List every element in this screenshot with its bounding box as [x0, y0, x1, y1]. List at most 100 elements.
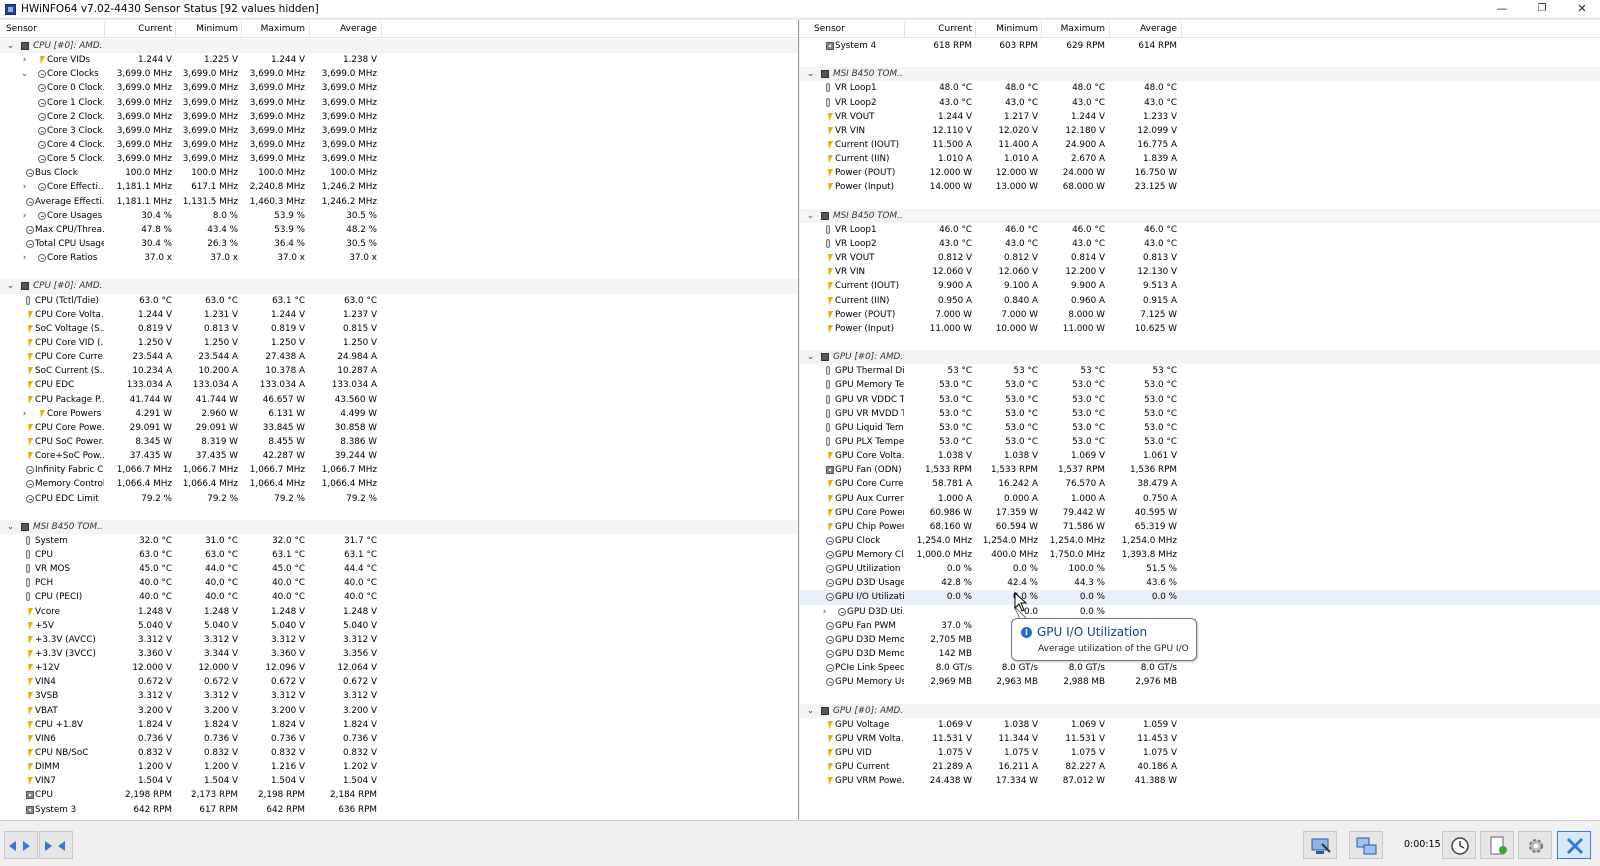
collapse-chevron-icon[interactable]: ⌄: [6, 520, 15, 534]
sensor-row-vr-vout[interactable]: VR VOUT 1.244 V 1.217 V 1.244 V 1.233 V: [800, 110, 1600, 124]
sensor-row-3-3v-avcc[interactable]: +3.3V (AVCC) 3.312 V 3.312 V 3.312 V 3.312 V: [0, 633, 798, 647]
sensor-row-core-3-clock[interactable]: Core 3 Clock... 3,699.0 MHz 3,699.0 MHz 3,6…: [0, 124, 798, 138]
sensor-row-core-powers[interactable]: › Core Powers 4.291 W 2.960 W 6.131 W 4.499 W: [0, 407, 798, 421]
sensor-row-gpu-vr-vddc-t[interactable]: GPU VR VDDC T... 53.0 °C 53.0 °C 53.0 °C 53.…: [800, 393, 1600, 407]
sensor-row-soc-voltage-s[interactable]: SoC Voltage (S... 0.819 V 0.813 V 0.819 V 0.…: [0, 322, 798, 336]
sensor-row-gpu-d3d-memo[interactable]: GPU D3D Memo... 142 MB: [800, 647, 1600, 661]
close-sensor-icon[interactable]: [1557, 831, 1591, 859]
sensor-row-average-effecti[interactable]: Average Effecti... 1,181.1 MHz 1,131.5 MHz…: [0, 195, 798, 209]
sensor-row-system-4[interactable]: System 4 618 RPM 603 RPM 629 RPM 614 RPM: [800, 39, 1600, 53]
col-average[interactable]: Average: [1109, 24, 1177, 34]
sensor-row-current-iout[interactable]: Current (IOUT) 9.900 A 9.100 A 9.900 A 9.513…: [800, 279, 1600, 293]
sensor-row-cpu-nb-soc[interactable]: CPU NB/SoC 0.832 V 0.832 V 0.832 V 0.832 V: [0, 746, 798, 760]
sensor-row-system-3[interactable]: System 3 642 RPM 617 RPM 642 RPM 636 RPM: [0, 803, 798, 817]
sensor-row-bus-clock[interactable]: Bus Clock 100.0 MHz 100.0 MHz 100.0 MHz 100.…: [0, 166, 798, 180]
expand-chevron-icon[interactable]: ›: [20, 180, 29, 194]
sensor-row-gpu-memory-te[interactable]: GPU Memory Te... 53.0 °C 53.0 °C 53.0 °C 53.…: [800, 378, 1600, 392]
sensor-row-gpu-d3d-usage[interactable]: GPU D3D Usage 42.8 % 42.4 % 44.3 % 43.6 %: [800, 576, 1600, 590]
expand-chevron-icon[interactable]: ›: [20, 251, 29, 265]
sensor-row-core-vids[interactable]: › Core VIDs 1.244 V 1.225 V 1.244 V 1.238 V: [0, 53, 798, 67]
sensor-group-header[interactable]: ⌄ MSI B450 TOM...: [0, 519, 798, 534]
sensor-row-cpu-core-volta[interactable]: CPU Core Volta... 1.244 V 1.231 V 1.244 V 1.…: [0, 308, 798, 322]
sensor-pane-left[interactable]: Sensor Current Minimum Maximum Average ⌄…: [0, 20, 799, 820]
sensor-row-gpu-vr-mvdd-t[interactable]: GPU VR MVDD T... 53.0 °C 53.0 °C 53.0 °C 53.…: [800, 407, 1600, 421]
sensor-row-cpu-edc-limit[interactable]: CPU EDC Limit 79.2 % 79.2 % 79.2 % 79.2 %: [0, 492, 798, 506]
sensor-pane-right[interactable]: Sensor Current Minimum Maximum Average S…: [800, 20, 1600, 820]
collapse-chevron-icon[interactable]: ⌄: [20, 67, 29, 81]
clock-icon[interactable]: [1442, 831, 1476, 859]
sensor-row-core-0-clock[interactable]: Core 0 Clock... 3,699.0 MHz 3,699.0 MHz 3,6…: [0, 81, 798, 95]
sensor-row-gpu-vrm-volta[interactable]: GPU VRM Volta... 11.531 V 11.344 V 11.531 V…: [800, 732, 1600, 746]
sensor-row-12v[interactable]: +12V 12.000 V 12.000 V 12.096 V 12.064 V: [0, 661, 798, 675]
collapse-chevron-icon[interactable]: ⌄: [6, 279, 15, 293]
sensor-row-vin7[interactable]: VIN7 1.504 V 1.504 V 1.504 V 1.504 V: [0, 774, 798, 788]
sensor-row-infinity-fabric-c[interactable]: Infinity Fabric C... 1,066.7 MHz 1,066.7 M…: [0, 463, 798, 477]
sensor-row-cpu-core-powe[interactable]: CPU Core Powe... 29.091 W 29.091 W 33.845 W…: [0, 421, 798, 435]
sensor-row-gpu-liquid-tem[interactable]: GPU Liquid Tem... 53.0 °C 53.0 °C 53.0 °C 53…: [800, 421, 1600, 435]
sensor-row-max-cpu-threa[interactable]: Max CPU/Threa... 47.8 % 43.4 % 53.9 % 48.2 %: [0, 223, 798, 237]
sensor-row-system[interactable]: System 32.0 °C 31.0 °C 32.0 °C 31.7 °C: [0, 534, 798, 548]
sensor-row-gpu-fan-odn[interactable]: GPU Fan (ODN) 1,533 RPM 1,533 RPM 1,537 RPM…: [800, 463, 1600, 477]
sensor-row-gpu-thermal-di[interactable]: GPU Thermal Di... 53 °C 53 °C 53 °C 53 °C: [800, 364, 1600, 378]
col-current[interactable]: Current: [904, 24, 972, 34]
sensor-row-core-2-clock[interactable]: Core 2 Clock... 3,699.0 MHz 3,699.0 MHz 3,6…: [0, 110, 798, 124]
sensor-row-vr-loop2[interactable]: VR Loop2 43.0 °C 43.0 °C 43.0 °C 43.0 °C: [800, 96, 1600, 110]
expand-chevron-icon[interactable]: ›: [20, 209, 29, 223]
sensor-row-gpu-d3d-memo[interactable]: GPU D3D Memo...2,705 MB2,: [800, 633, 1600, 647]
collapse-chevron-icon[interactable]: ⌄: [806, 67, 815, 81]
col-maximum[interactable]: Maximum: [1041, 24, 1105, 34]
collapse-chevron-icon[interactable]: ⌄: [806, 350, 815, 364]
sensor-row-power-input[interactable]: Power (Input) 11.000 W 10.000 W 11.000 W 10.…: [800, 322, 1600, 336]
sensor-row-core-4-clock[interactable]: Core 4 Clock... 3,699.0 MHz 3,699.0 MHz 3,6…: [0, 138, 798, 152]
sensor-group-header[interactable]: ⌄ CPU [#0]: AMD...: [0, 279, 798, 294]
sensor-group-header[interactable]: ⌄ GPU [#0]: AMD...: [800, 703, 1600, 718]
sensor-row-power-pout[interactable]: Power (POUT) 12.000 W 12.000 W 24.000 W 16.7…: [800, 166, 1600, 180]
sensor-row-total-cpu-usage[interactable]: Total CPU Usage 30.4 % 26.3 % 36.4 % 30.5 %: [0, 237, 798, 251]
col-minimum[interactable]: Minimum: [175, 24, 238, 34]
sensor-row-cpu-edc[interactable]: CPU EDC 133.034 A 133.034 A 133.034 A 133.03…: [0, 378, 798, 392]
sensor-row-gpu-utilization[interactable]: GPU Utilization 0.0 % 0.0 % 100.0 % 51.5 %: [800, 562, 1600, 576]
sensor-row-vr-vin[interactable]: VR VIN 12.060 V 12.060 V 12.200 V 12.130 V: [800, 265, 1600, 279]
sensor-row-gpu-aux-current[interactable]: GPU Aux Current 1.000 A 0.000 A 1.000 A 0.75…: [800, 492, 1600, 506]
sensor-row-cpu-peci[interactable]: CPU (PECI) 40.0 °C 40.0 °C 40.0 °C 40.0 °C: [0, 590, 798, 604]
sensor-row-3vsb[interactable]: 3VSB 3.312 V 3.312 V 3.312 V 3.312 V: [0, 689, 798, 703]
sensor-row-cpu-tctl-tdie[interactable]: CPU (Tctl/Tdie) 63.0 °C 63.0 °C 63.1 °C 63.0…: [0, 294, 798, 308]
sensor-row-core-5-clock[interactable]: Core 5 Clock... 3,699.0 MHz 3,699.0 MHz 3,6…: [0, 152, 798, 166]
sensor-row-vr-loop1[interactable]: VR Loop1 46.0 °C 46.0 °C 46.0 °C 46.0 °C: [800, 223, 1600, 237]
sensor-group-header[interactable]: ⌄ MSI B450 TOM...: [800, 208, 1600, 223]
sensor-row-gpu-core-curre[interactable]: GPU Core Curre... 58.781 A 16.242 A 76.570 …: [800, 477, 1600, 491]
collapse-chevron-icon[interactable]: ⌄: [806, 209, 815, 223]
add-report-icon[interactable]: [1480, 831, 1514, 859]
sensor-row-vr-vin[interactable]: VR VIN 12.110 V 12.020 V 12.180 V 12.099 V: [800, 124, 1600, 138]
sensor-row-gpu-voltage[interactable]: GPU Voltage 1.069 V 1.038 V 1.069 V 1.059 V: [800, 718, 1600, 732]
sensor-row-pch[interactable]: PCH 40.0 °C 40.0 °C 40.0 °C 40.0 °C: [0, 576, 798, 590]
sensor-row-dimm[interactable]: DIMM 1.200 V 1.200 V 1.216 V 1.202 V: [0, 760, 798, 774]
sensor-row-vr-loop1[interactable]: VR Loop1 48.0 °C 48.0 °C 48.0 °C 48.0 °C: [800, 81, 1600, 95]
col-minimum[interactable]: Minimum: [975, 24, 1038, 34]
sensor-row-cpu-package-p[interactable]: CPU Package P... 41.744 W 41.744 W 46.657 W…: [0, 393, 798, 407]
col-sensor[interactable]: Sensor: [6, 24, 37, 34]
sensor-row-core-ratios[interactable]: › Core Ratios 37.0 x 37.0 x 37.0 x 37.0 x: [0, 251, 798, 265]
col-sensor[interactable]: Sensor: [814, 24, 845, 34]
col-average[interactable]: Average: [309, 24, 377, 34]
expand-chevron-icon[interactable]: ›: [20, 407, 29, 421]
sensor-row-gpu-fan-pwm[interactable]: GPU Fan PWM 37.0 %: [800, 619, 1600, 633]
sensor-row-vcore[interactable]: Vcore 1.248 V 1.248 V 1.248 V 1.248 V: [0, 605, 798, 619]
sensor-row-core-1-clock[interactable]: Core 1 Clock... 3,699.0 MHz 3,699.0 MHz 3,6…: [0, 96, 798, 110]
settings-gear-icon[interactable]: [1518, 831, 1552, 859]
sensor-row-vr-loop2[interactable]: VR Loop2 43.0 °C 43.0 °C 43.0 °C 43.0 °C: [800, 237, 1600, 251]
sensor-row-vr-vout[interactable]: VR VOUT 0.812 V 0.812 V 0.814 V 0.813 V: [800, 251, 1600, 265]
sensor-row-gpu-memory-cl[interactable]: GPU Memory Cl... 1,000.0 MHz 400.0 MHz 1,75…: [800, 548, 1600, 562]
network-sensor-icon[interactable]: [1303, 831, 1337, 859]
sensor-row-current-iin[interactable]: Current (IIN) 1.010 A 1.010 A 2.670 A 1.839 …: [800, 152, 1600, 166]
sensor-row-vin6[interactable]: VIN6 0.736 V 0.736 V 0.736 V 0.736 V: [0, 732, 798, 746]
sensor-row-gpu-current[interactable]: GPU Current 21.289 A 16.211 A 82.227 A 40.18…: [800, 760, 1600, 774]
sensor-row-cpu-core-vid[interactable]: CPU Core VID (... 1.250 V 1.250 V 1.250 V 1.…: [0, 336, 798, 350]
sensor-row-vin4[interactable]: VIN4 0.672 V 0.672 V 0.672 V 0.672 V: [0, 675, 798, 689]
sensor-row-memory-control[interactable]: Memory Control... 1,066.4 MHz 1,066.4 MHz 1…: [0, 477, 798, 491]
expand-chevron-icon[interactable]: ›: [820, 605, 829, 619]
sensor-row-cpu[interactable]: CPU 63.0 °C 63.0 °C 63.1 °C 63.1 °C: [0, 548, 798, 562]
sensor-row-5v[interactable]: +5V 5.040 V 5.040 V 5.040 V 5.040 V: [0, 619, 798, 633]
sensor-row-gpu-d3d-uti[interactable]: › GPU D3D Uti... 0.0 0.0 %: [800, 605, 1600, 619]
sensor-row-gpu-vrm-powe[interactable]: GPU VRM Powe... 24.438 W 17.334 W 87.012 W 4…: [800, 774, 1600, 788]
